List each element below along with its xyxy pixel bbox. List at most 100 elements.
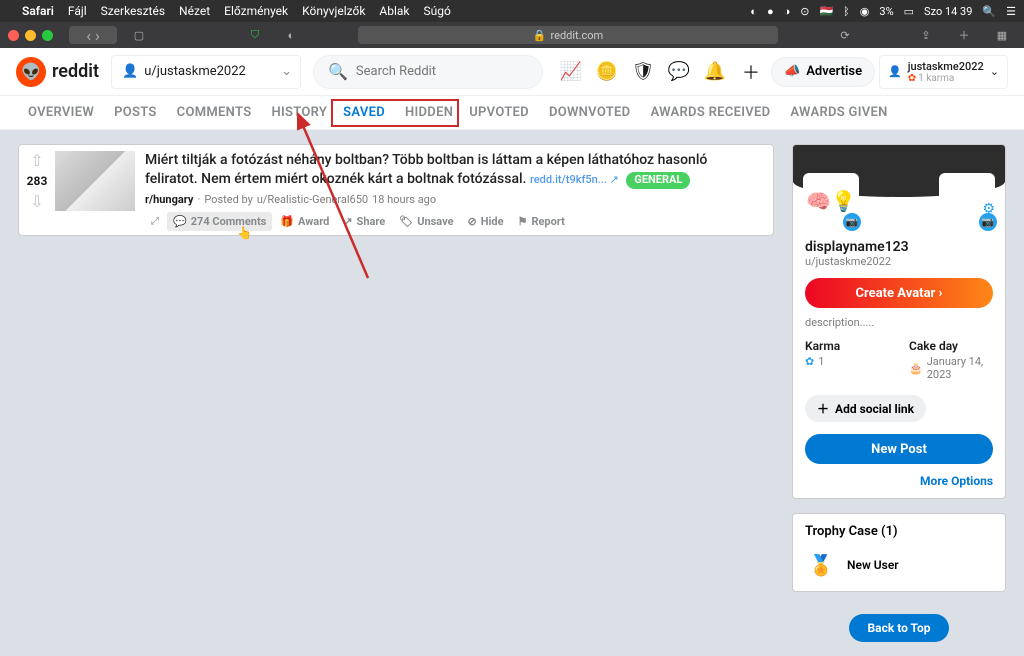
menu-edit[interactable]: Szerkesztés	[101, 4, 165, 18]
spotlight-icon[interactable]: 🔍	[982, 5, 996, 18]
trophy-name: New User	[847, 558, 899, 572]
tab-saved[interactable]: SAVED	[333, 101, 395, 125]
status-icon: ◐	[750, 5, 757, 18]
search-input[interactable]	[356, 64, 528, 79]
chevron-down-icon: ⌄	[281, 64, 292, 79]
reload-icon[interactable]: ⟳	[831, 26, 859, 44]
avatar[interactable]: 📷	[803, 173, 859, 229]
wifi-icon: ◉	[860, 5, 870, 18]
community-label: u/justaskme2022	[144, 64, 246, 79]
post-card[interactable]: ⇧ 283 ⇩ Miért tiltják a fotózást néhány …	[18, 144, 774, 236]
post-time: 18 hours ago	[372, 193, 436, 206]
advertise-label: Advertise	[806, 64, 862, 79]
menu-bookmarks[interactable]: Könyvjelzők	[302, 4, 365, 18]
app-name[interactable]: Safari	[22, 4, 54, 18]
post-author[interactable]: u/Realistic-General650	[257, 193, 368, 206]
karma-value: 1	[818, 355, 824, 368]
trophy-badge-icon: 🏅	[805, 549, 837, 581]
comments-button[interactable]: 💬 274 Comments	[167, 212, 272, 231]
reddit-logo[interactable]: 👽 reddit	[16, 57, 99, 87]
menu-window[interactable]: Ablak	[379, 4, 409, 18]
tab-history[interactable]: HISTORY	[261, 96, 331, 129]
status-icon: ●	[767, 5, 774, 18]
cakeday-value: January 14, 2023	[927, 355, 993, 381]
battery-icon: ▭	[904, 5, 914, 18]
megaphone-icon: 📣	[784, 64, 800, 79]
tabs-overview-icon[interactable]: ▦	[988, 26, 1016, 44]
privacy-report-icon[interactable]: ⛉	[241, 26, 269, 44]
award-button[interactable]: 🎁 Award	[274, 212, 335, 231]
menu-help[interactable]: Súgó	[424, 4, 451, 18]
tab-awards-given[interactable]: AWARDS GIVEN	[780, 96, 897, 129]
tab-hidden[interactable]: HIDDEN	[395, 101, 457, 125]
gear-icon[interactable]: ⚙	[982, 201, 995, 217]
camera-icon[interactable]: 📷	[843, 213, 861, 231]
upvote-icon[interactable]: ⇧	[30, 151, 43, 170]
post-title-text: Miért tiltják a fotózást néhány boltban?…	[145, 152, 707, 187]
add-social-button[interactable]: ＋ Add social link	[805, 395, 926, 422]
post-subreddit[interactable]: r/hungary	[145, 193, 193, 206]
user-menu[interactable]: 👤 justaskme2022 ✿1 karma ⌄	[879, 55, 1008, 89]
downvote-icon[interactable]: ⇩	[30, 192, 43, 211]
moderation-icon[interactable]: 🛡	[627, 56, 659, 88]
post-title[interactable]: Miért tiltják a fotózást néhány boltban?…	[145, 151, 763, 189]
report-button[interactable]: ⚑ Report	[512, 212, 571, 231]
profile-sidebar: 📷 📷 ⚙ displayname123 u/justaskme2022 Cre…	[792, 144, 1006, 642]
safari-toolbar: ‹ › ▢ ⛉ ◐ 🔒 reddit.com ⟳ ⇪ ＋ ▦	[0, 22, 1024, 48]
post-shortlink[interactable]: redd.it/t9kf5n... ↗	[530, 173, 619, 186]
community-dropdown[interactable]: 👤 u/justaskme2022 ⌄	[111, 55, 301, 89]
karma-header: Karma	[805, 339, 889, 353]
post-flair[interactable]: GENERAL	[626, 172, 690, 189]
tab-overview[interactable]: OVERVIEW	[18, 96, 104, 129]
tab-comments[interactable]: COMMENTS	[167, 96, 262, 129]
chat-icon[interactable]: 💬	[663, 56, 695, 88]
share-icon[interactable]: ⇪	[912, 26, 940, 44]
nav-back-forward[interactable]: ‹ ›	[69, 26, 117, 44]
user-name-label: justaskme2022	[908, 60, 984, 73]
avatar-icon: 👤	[888, 65, 902, 78]
reddit-header: 👽 reddit 👤 u/justaskme2022 ⌄ 🔍 📈 🪙 🛡 💬 🔔…	[0, 48, 1024, 96]
menu-history[interactable]: Előzmények	[224, 4, 288, 18]
search-icon: 🔍	[328, 62, 348, 81]
profile-handle: u/justaskme2022	[805, 255, 993, 268]
post-score: 283	[27, 174, 48, 188]
create-post-icon[interactable]: ＋	[735, 56, 767, 88]
status-icon: ⊙	[800, 5, 809, 18]
cakeday-header: Cake day	[909, 339, 993, 353]
macos-menubar: Safari Fájl Szerkesztés Nézet Előzmények…	[0, 0, 1024, 22]
popular-icon[interactable]: 📈	[555, 56, 587, 88]
share-button[interactable]: ↗ Share	[337, 212, 391, 231]
new-post-button[interactable]: New Post	[805, 434, 993, 464]
reader-icon[interactable]: ◐	[277, 26, 305, 44]
brand-text: reddit	[52, 61, 99, 82]
url-bar[interactable]: 🔒 reddit.com	[358, 26, 778, 44]
more-options-link[interactable]: More Options	[805, 474, 993, 488]
tab-upvoted[interactable]: UPVOTED	[459, 96, 539, 129]
control-center-icon[interactable]: ☰	[1006, 5, 1016, 18]
battery-value: 3%	[879, 5, 893, 18]
search-bar[interactable]: 🔍	[313, 55, 543, 89]
menu-file[interactable]: Fájl	[68, 4, 87, 18]
sidebar-toggle-icon[interactable]: ▢	[125, 26, 153, 44]
profile-description: description.....	[805, 316, 993, 329]
notifications-icon[interactable]: 🔔	[699, 56, 731, 88]
menu-view[interactable]: Nézet	[179, 4, 210, 18]
back-to-top-button[interactable]: Back to Top	[849, 614, 949, 642]
snoo-icon: 👽	[16, 57, 46, 87]
new-tab-icon[interactable]: ＋	[950, 26, 978, 44]
tab-downvoted[interactable]: DOWNVOTED	[539, 96, 641, 129]
flag-icon: 🇭🇺	[819, 5, 833, 18]
collapse-icon[interactable]: ⤢	[145, 216, 165, 227]
tab-posts[interactable]: POSTS	[104, 96, 167, 129]
trophy-card: Trophy Case (1) 🏅 New User	[792, 513, 1006, 592]
window-controls[interactable]	[8, 30, 53, 41]
unsave-button[interactable]: 🏷 Unsave	[393, 212, 459, 231]
post-thumbnail[interactable]	[55, 151, 135, 211]
advertise-button[interactable]: 📣 Advertise	[771, 57, 875, 87]
create-avatar-button[interactable]: Create Avatar ›	[805, 278, 993, 308]
hide-button[interactable]: ⊘ Hide	[462, 212, 510, 231]
vote-column: ⇧ 283 ⇩	[19, 145, 55, 235]
coin-icon[interactable]: 🪙	[591, 56, 623, 88]
clock: Szo 14 39	[924, 5, 972, 18]
tab-awards-received[interactable]: AWARDS RECEIVED	[640, 96, 780, 129]
